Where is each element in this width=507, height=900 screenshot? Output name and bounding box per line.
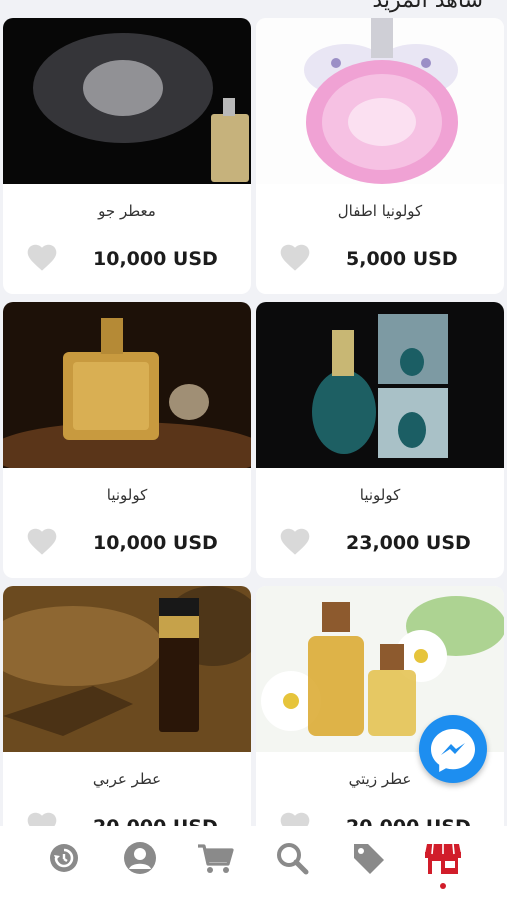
cart-icon [198, 844, 234, 873]
product-name: كولونيا [359, 486, 401, 504]
history-icon [50, 844, 78, 872]
product-price: 20,000 USD [346, 816, 471, 826]
product-image-cologne-teal [256, 302, 504, 468]
heart-icon[interactable] [25, 242, 59, 272]
product-image-arabic-oud [3, 586, 251, 752]
product-name: معطر جو [98, 202, 156, 220]
product-grid: كولونيا اطفال 5,000 USD معطر جو 10,000 U… [0, 18, 507, 826]
nav-offers[interactable] [348, 840, 388, 876]
nav-history[interactable] [44, 840, 84, 876]
nav-search[interactable] [272, 840, 312, 876]
product-price: 10,000 USD [93, 248, 218, 270]
product-card[interactable]: كولونيا 10,000 USD [3, 302, 251, 578]
store-icon [425, 843, 461, 874]
heart-icon[interactable] [278, 526, 312, 556]
product-card[interactable]: عطر زيتي 20,000 USD [256, 586, 504, 826]
product-card[interactable]: كولونيا 23,000 USD [256, 302, 504, 578]
active-indicator [440, 883, 446, 889]
tag-icon [354, 844, 384, 874]
bottom-nav [0, 826, 507, 900]
heart-icon[interactable] [25, 810, 59, 826]
product-card[interactable]: عطر عربي 20,000 USD [3, 586, 251, 826]
nav-store[interactable] [423, 840, 463, 876]
product-card[interactable]: معطر جو 10,000 USD [3, 18, 251, 294]
search-icon [277, 843, 309, 875]
profile-icon [124, 842, 156, 874]
product-name: كولونيا [106, 486, 148, 504]
heart-icon[interactable] [25, 526, 59, 556]
product-name: كولونيا اطفال [337, 202, 423, 220]
product-price: 10,000 USD [93, 532, 218, 554]
top-header: شاهد المزيد [0, 0, 507, 18]
product-image-cologne-gold [3, 302, 251, 468]
messenger-button[interactable] [419, 715, 487, 783]
heart-icon[interactable] [278, 242, 312, 272]
product-image-kids-cologne [256, 18, 504, 184]
product-price: 5,000 USD [346, 248, 458, 270]
product-price: 20,000 USD [93, 816, 218, 826]
page-title[interactable]: شاهد المزيد [372, 0, 483, 13]
nav-profile[interactable] [120, 840, 160, 876]
product-image-air-freshener [3, 18, 251, 184]
product-name: عطر عربي [92, 770, 162, 788]
messenger-icon [431, 729, 475, 772]
product-price: 23,000 USD [346, 532, 471, 554]
heart-icon[interactable] [278, 810, 312, 826]
nav-cart[interactable] [196, 840, 236, 876]
product-card[interactable]: كولونيا اطفال 5,000 USD [256, 18, 504, 294]
